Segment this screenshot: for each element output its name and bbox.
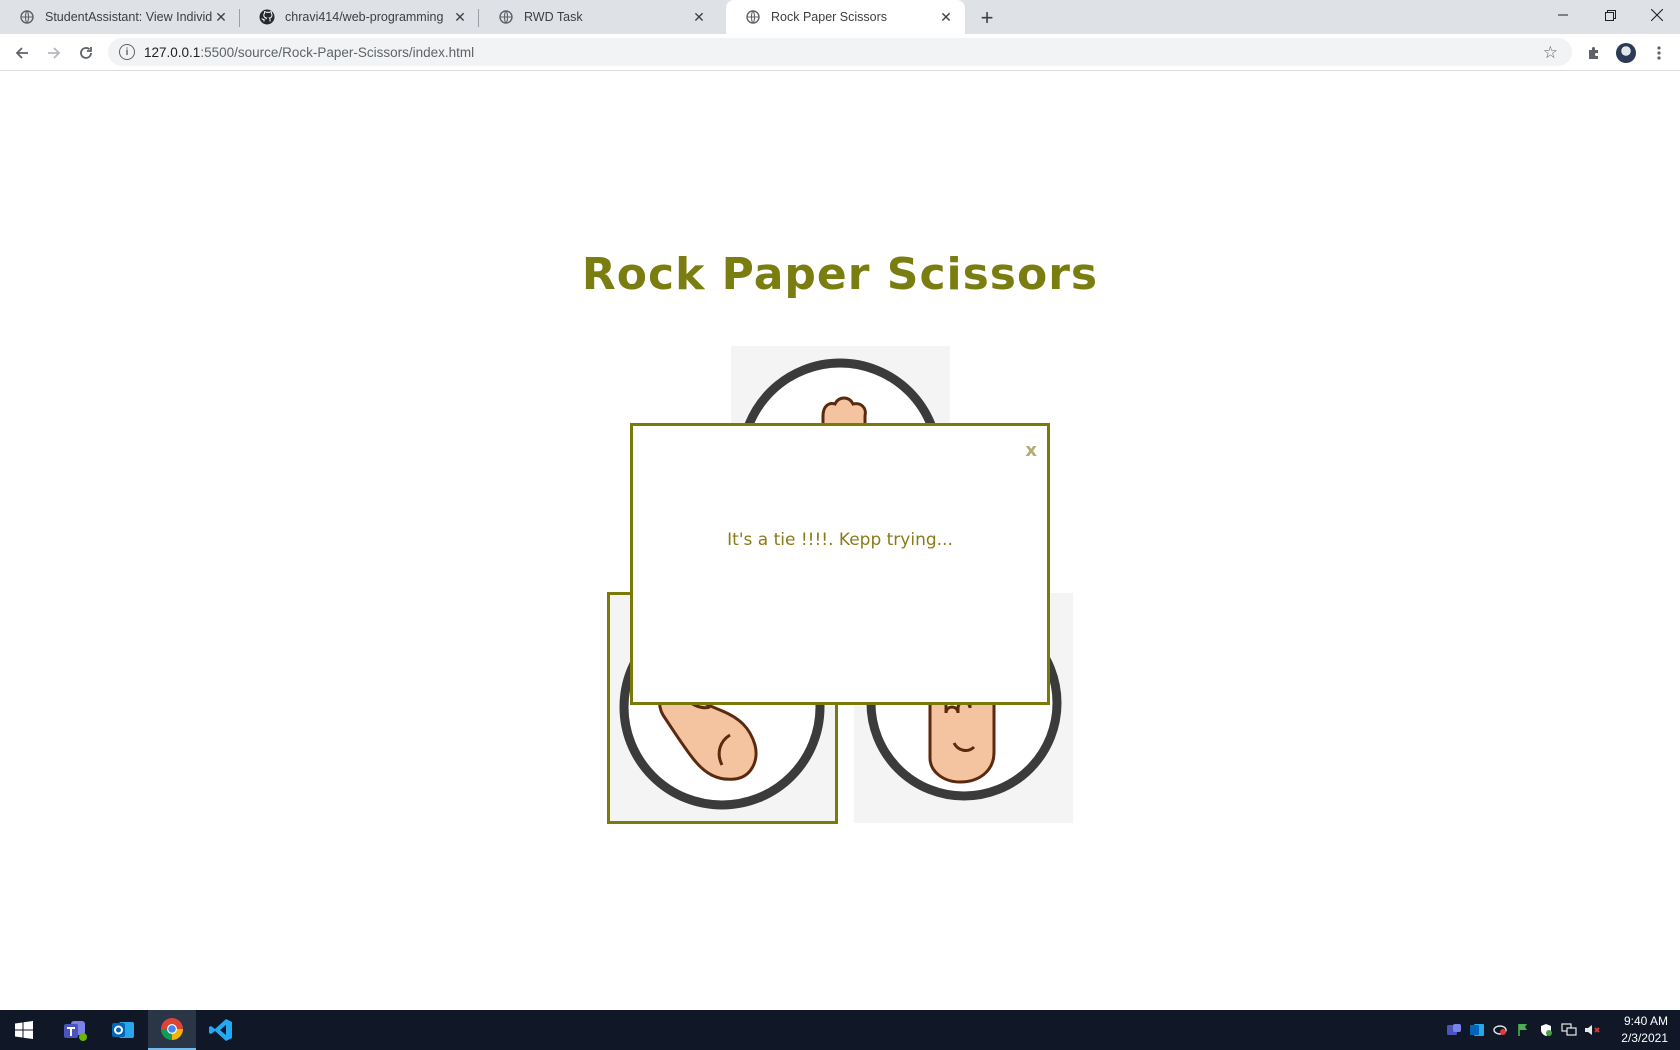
globe-icon (19, 9, 35, 25)
reload-icon[interactable] (72, 39, 100, 67)
url-host: 127.0.0.1 (144, 44, 201, 60)
security-tray-icon[interactable] (1538, 1022, 1554, 1038)
red-tray-icon[interactable] (1492, 1022, 1508, 1038)
network-tray-icon[interactable] (1561, 1022, 1577, 1038)
outlook-icon[interactable] (99, 1010, 147, 1050)
address-bar[interactable]: i 127.0.0.1:5500/source/Rock-Paper-Sciss… (108, 38, 1572, 66)
minimize-icon[interactable] (1540, 0, 1586, 30)
page-content: Rock Paper Scissors x It's a tie !!!!. K… (0, 71, 1680, 1010)
tab-close-icon[interactable]: ✕ (937, 8, 955, 26)
taskbar: 9:40 AM 2/3/2021 (0, 1010, 1680, 1050)
tab-github[interactable]: chravi414/web-programming ✕ (240, 0, 479, 34)
tab-student-assistant[interactable]: StudentAssistant: View Individual ✕ (0, 0, 240, 34)
tab-strip: StudentAssistant: View Individual ✕ chra… (0, 0, 1680, 34)
teams-icon[interactable] (51, 1010, 99, 1050)
clock-time: 9:40 AM (1623, 1014, 1668, 1028)
outlook-tray-icon[interactable] (1469, 1022, 1485, 1038)
chrome-icon[interactable] (148, 1010, 196, 1050)
tab-rock-paper-scissors[interactable]: Rock Paper Scissors ✕ (726, 0, 965, 34)
tab-close-icon[interactable]: ✕ (451, 8, 469, 26)
globe-icon (745, 9, 761, 25)
teams-tray-icon[interactable] (1446, 1022, 1462, 1038)
globe-icon (498, 9, 514, 25)
bookmark-star-icon[interactable]: ☆ (1543, 43, 1558, 63)
vscode-icon[interactable] (197, 1010, 245, 1050)
volume-muted-icon[interactable] (1584, 1022, 1600, 1038)
tab-title: RWD Task (524, 10, 583, 24)
tab-title: Rock Paper Scissors (771, 10, 888, 24)
flag-tray-icon[interactable] (1515, 1022, 1531, 1038)
restore-icon[interactable] (1587, 0, 1633, 30)
tab-close-icon[interactable]: ✕ (690, 8, 708, 26)
tab-title: chravi414/web-programming (285, 10, 444, 24)
clock-date: 2/3/2021 (1621, 1031, 1668, 1045)
info-icon[interactable]: i (119, 44, 135, 60)
tab-title: StudentAssistant: View Individual (45, 10, 212, 24)
github-icon (259, 9, 275, 25)
extensions-icon[interactable] (1580, 39, 1608, 67)
result-modal: x It's a tie !!!!. Kepp trying... (630, 423, 1050, 705)
tab-rwd-task[interactable]: RWD Task ✕ (479, 0, 718, 34)
modal-close-button[interactable]: x (1025, 440, 1037, 461)
browser-toolbar: i 127.0.0.1:5500/source/Rock-Paper-Sciss… (0, 34, 1680, 71)
new-tab-button[interactable]: + (975, 5, 999, 30)
forward-icon[interactable] (40, 39, 68, 67)
url-text: 127.0.0.1:5500/source/Rock-Paper-Scissor… (144, 45, 474, 60)
url-path: :5500/source/Rock-Paper-Scissors/index.h… (200, 44, 475, 60)
close-window-icon[interactable] (1634, 0, 1680, 30)
result-message: It's a tie !!!!. Kepp trying... (727, 530, 953, 550)
system-clock[interactable]: 9:40 AM 2/3/2021 (1621, 1013, 1668, 1047)
page-title: Rock Paper Scissors (581, 249, 1099, 300)
windows-start-icon[interactable] (0, 1010, 48, 1050)
back-icon[interactable] (8, 39, 36, 67)
menu-icon[interactable] (1645, 39, 1673, 67)
profile-avatar[interactable] (1612, 39, 1640, 67)
tab-close-icon[interactable]: ✕ (212, 8, 230, 26)
